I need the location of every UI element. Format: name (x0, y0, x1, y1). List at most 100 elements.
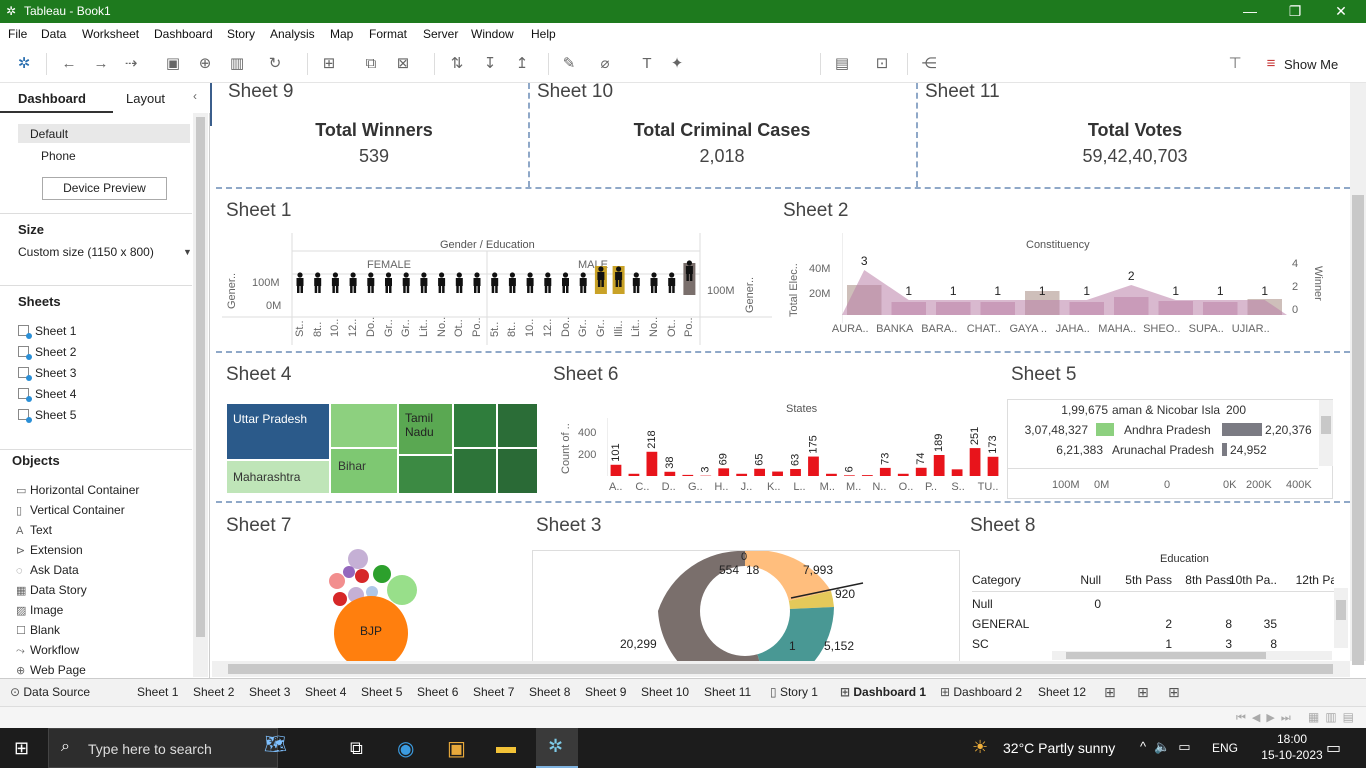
device-preview-button[interactable]: Device Preview (42, 177, 167, 200)
scrollbar-thumb[interactable] (228, 664, 1333, 674)
sheet5-scrollbar[interactable] (1319, 400, 1333, 466)
size-dropdown[interactable]: Custom size (1150 x 800) (18, 245, 154, 259)
pause-updates-icon[interactable]: ▥ (228, 55, 246, 73)
object-image[interactable]: ▨ Image (16, 603, 63, 617)
menu-worksheet[interactable]: Worksheet (82, 27, 139, 41)
scrollbar-thumb[interactable] (1352, 195, 1364, 665)
menu-map[interactable]: Map (330, 27, 353, 41)
menu-analysis[interactable]: Analysis (270, 27, 315, 41)
sheet6-bar[interactable] (951, 469, 963, 476)
sheet6-bar[interactable] (610, 464, 622, 476)
sheet5-bar-grey[interactable] (1222, 443, 1227, 456)
treemap-bihar[interactable]: Bihar (330, 448, 398, 494)
device-default[interactable]: Default (18, 124, 190, 143)
sheet6-bar[interactable] (646, 451, 658, 476)
new-worksheet-icon[interactable]: ⊞ (1104, 684, 1116, 701)
sheet6-bar[interactable] (736, 473, 748, 476)
treemap-block[interactable] (453, 448, 497, 494)
sheet6-bar[interactable] (987, 456, 999, 476)
canvas-vscrollbar[interactable] (1350, 83, 1366, 665)
save-icon[interactable]: ▣ (164, 55, 182, 73)
tab-sheet-6[interactable]: Sheet 6 (417, 685, 458, 699)
tab-sheet-4[interactable]: Sheet 4 (305, 685, 346, 699)
tab-dashboard-1[interactable]: ⊞ Dashboard 1 (840, 685, 926, 699)
sheet6-bar[interactable] (879, 467, 891, 476)
minimize-icon[interactable]: — (1227, 0, 1273, 23)
tab-sheet-2[interactable]: Sheet 2 (193, 685, 234, 699)
pictogram-mark[interactable] (367, 272, 375, 293)
object-vertical-container[interactable]: ▯ Vertical Container (16, 503, 125, 517)
pictogram-mark[interactable] (420, 272, 428, 293)
sheet6-bar[interactable] (682, 474, 694, 476)
sheet-item-3[interactable]: Sheet 3 (18, 366, 76, 381)
undo-icon[interactable]: ← (60, 55, 78, 73)
menu-help[interactable]: Help (531, 27, 556, 41)
notifications-icon[interactable]: ▭ (1326, 738, 1341, 758)
tab-story-1[interactable]: ▯ Story 1 (770, 685, 818, 699)
pictogram-mark[interactable] (632, 272, 640, 293)
tab-dashboard-2[interactable]: ⊞ Dashboard 2 (940, 685, 1022, 699)
tab-sheet-7[interactable]: Sheet 7 (473, 685, 514, 699)
new-data-source-icon[interactable]: ⊕ (196, 55, 214, 73)
new-worksheet-icon[interactable]: ⊞ (320, 55, 338, 73)
object-workflow[interactable]: ⤳ Workflow (16, 643, 79, 658)
sheet6-bar[interactable] (628, 473, 640, 476)
pictogram-mark[interactable] (296, 272, 304, 293)
windows-start-icon[interactable]: ⊞ (14, 738, 29, 759)
tab-sheet-3[interactable]: Sheet 3 (249, 685, 290, 699)
sheet6-bar[interactable] (969, 448, 981, 476)
scrollbar-thumb[interactable] (196, 117, 205, 637)
pictogram-mark[interactable] (385, 272, 392, 293)
pictogram-mark[interactable] (314, 272, 322, 293)
sheet6-bar[interactable] (861, 475, 873, 476)
tab-sheet-10[interactable]: Sheet 10 (641, 685, 689, 699)
clock-date[interactable]: 15-10-2023 (1257, 748, 1327, 762)
tab-sheet-8[interactable]: Sheet 8 (529, 685, 570, 699)
pictogram-mark[interactable] (349, 272, 357, 293)
treemap-tamil-nadu[interactable]: Tamil Nadu (398, 403, 453, 455)
tab-data-source[interactable]: ⊙ Data Source (10, 685, 90, 699)
weather-widget-icon[interactable]: 🗺 (264, 734, 324, 762)
format-painter-icon[interactable]: ⊤ (1226, 55, 1244, 73)
sheet5-bar-grey[interactable] (1222, 423, 1262, 436)
bubble[interactable] (373, 565, 391, 583)
sheet6-bar[interactable] (933, 455, 945, 476)
pictogram-mark[interactable] (491, 272, 499, 293)
menu-data[interactable]: Data (41, 27, 66, 41)
presentation-icon[interactable]: ⊡ (873, 55, 891, 73)
pictogram-mark[interactable] (508, 272, 516, 293)
treemap-block[interactable] (497, 448, 538, 494)
canvas-hscrollbar[interactable] (212, 661, 1350, 677)
tab-sheet-11[interactable]: Sheet 11 (704, 685, 751, 699)
sheet6-bar[interactable] (718, 468, 730, 476)
sheet6-bar[interactable] (844, 475, 855, 476)
pictogram-mark[interactable] (331, 272, 339, 293)
tab-sheet-12[interactable]: Sheet 12 (1038, 685, 1086, 699)
pictogram-mark[interactable] (683, 260, 696, 295)
sheet-item-4[interactable]: Sheet 4 (18, 387, 76, 402)
object-blank[interactable]: ☐ Blank (16, 623, 60, 637)
sheet5-bar-green[interactable] (1096, 423, 1114, 436)
sort-descending-icon[interactable]: ↥ (513, 55, 531, 73)
object-horizontal-container[interactable]: ▭ Horizontal Container (16, 483, 139, 497)
sheet6-bar[interactable] (754, 468, 765, 476)
view-mode-icons[interactable]: ▦▥▤ (1308, 710, 1360, 724)
store-icon[interactable]: ▣ (447, 736, 466, 761)
pin-icon[interactable]: ✦ (668, 55, 686, 73)
sheet6-bar[interactable] (772, 471, 783, 476)
bubble[interactable] (387, 575, 417, 605)
clock-time[interactable]: 18:00 (1262, 732, 1322, 746)
object-ask-data[interactable]: ◌ Ask Data (16, 563, 79, 577)
text-label-icon[interactable]: T (638, 55, 656, 73)
language-indicator[interactable]: ENG (1212, 741, 1238, 755)
treemap-uttar-pradesh[interactable]: Uttar Pradesh (226, 403, 330, 460)
menu-window[interactable]: Window (471, 27, 514, 41)
pictogram-mark[interactable] (612, 266, 625, 294)
sort-ascending-icon[interactable]: ↧ (481, 55, 499, 73)
taskbar-search[interactable]: ⌕ Type here to search (48, 728, 278, 768)
tab-dashboard[interactable]: Dashboard (0, 83, 113, 113)
show-me-button[interactable]: Show Me (1284, 57, 1338, 72)
sheet6-bar[interactable] (915, 467, 927, 476)
object-text[interactable]: A Text (16, 523, 52, 537)
tableau-taskbar-button[interactable]: ✲ (536, 728, 578, 768)
